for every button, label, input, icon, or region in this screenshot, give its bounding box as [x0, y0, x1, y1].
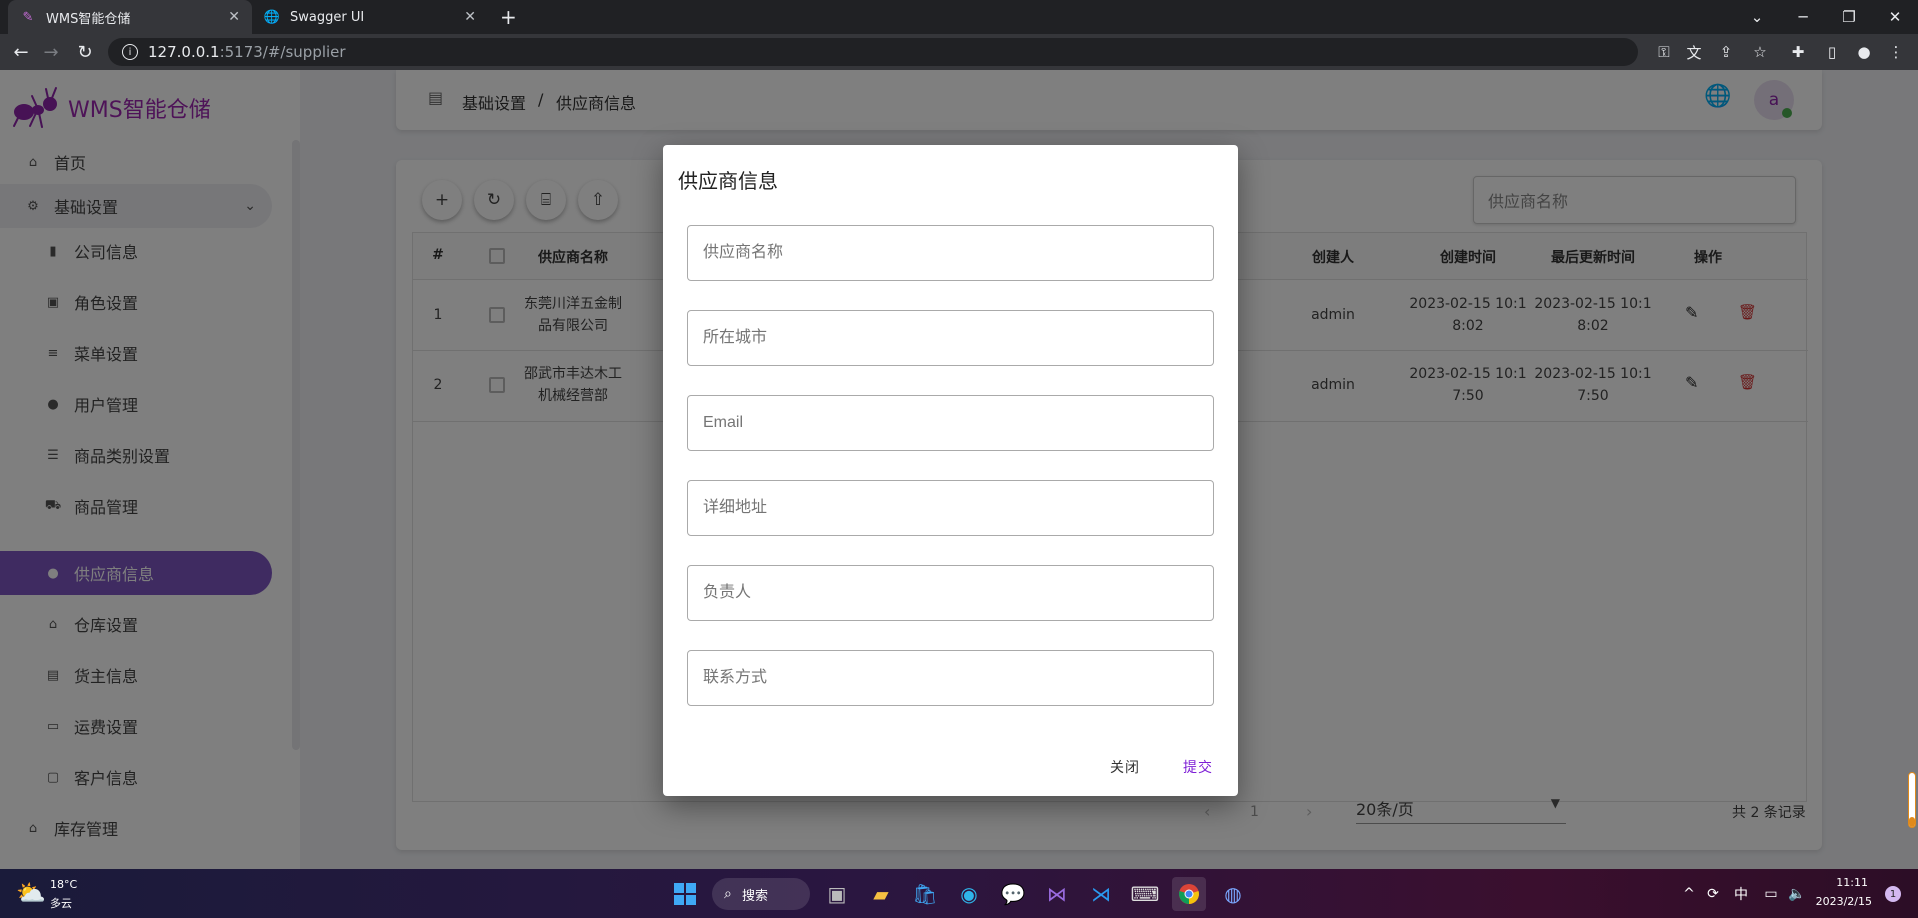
email-field[interactable] — [687, 395, 1214, 451]
url-path: :5173/#/supplier — [219, 43, 346, 61]
close-button[interactable]: 关闭 — [1110, 757, 1140, 777]
network-icon[interactable]: ▭ — [1760, 877, 1782, 911]
tab-title: WMS智能仓储 — [46, 11, 131, 27]
dialog-title: 供应商信息 — [678, 169, 778, 193]
side-panel-icon[interactable]: ▯ — [1818, 38, 1846, 66]
profile-icon[interactable]: ● — [1850, 38, 1878, 66]
tab-title: Swagger UI — [290, 9, 365, 25]
tray-overflow-icon[interactable]: ^ — [1680, 877, 1698, 911]
contact-field[interactable] — [687, 650, 1214, 706]
browser-tab-wms[interactable]: ✎ WMS智能仓储 ✕ — [8, 0, 252, 34]
extensions-icon[interactable]: ✚ — [1784, 38, 1812, 66]
translate-icon[interactable]: ⽂ — [1680, 38, 1708, 66]
submit-button[interactable]: 提交 — [1183, 757, 1213, 777]
windows-start-icon[interactable] — [668, 877, 702, 911]
bookmark-star-icon[interactable]: ☆ — [1746, 38, 1774, 66]
search-icon: ⌕ — [724, 886, 732, 902]
edge-icon[interactable]: ◉ — [952, 877, 986, 911]
chrome-icon[interactable] — [1172, 877, 1206, 911]
supplier-name-field[interactable] — [687, 225, 1214, 281]
city-field[interactable] — [687, 310, 1214, 366]
browser-menu-icon[interactable]: ⋮ — [1882, 38, 1910, 66]
address-field[interactable] — [687, 480, 1214, 536]
close-tab-icon[interactable]: ✕ — [228, 9, 240, 25]
terminal-icon[interactable]: ⌨ — [1128, 877, 1162, 911]
clock-time[interactable]: 11:11 — [1818, 876, 1868, 889]
supplier-dialog: 供应商信息 关闭 提交 — [663, 145, 1238, 796]
wechat-icon[interactable]: 💬 — [996, 877, 1030, 911]
key-icon[interactable]: ⚿ — [1650, 38, 1678, 66]
address-bar[interactable]: i 127.0.0.1:5173/#/supplier — [108, 38, 1638, 66]
info-icon[interactable]: i — [122, 44, 138, 60]
vscode-icon[interactable]: ⋊ — [1084, 877, 1118, 911]
floating-widget[interactable] — [1908, 772, 1916, 828]
new-tab-button[interactable]: + — [494, 0, 524, 34]
taskbar-search[interactable]: ⌕ 搜索 — [712, 878, 810, 910]
sync-icon[interactable]: ⟳ — [1702, 877, 1724, 911]
browser-tab-swagger[interactable]: 🌐 Swagger UI ✕ — [252, 0, 488, 34]
url-host: 127.0.0.1 — [148, 43, 220, 61]
clock-date[interactable]: 2023/2/15 — [1808, 895, 1872, 908]
file-explorer-icon[interactable]: ▰ — [864, 877, 898, 911]
ime-indicator[interactable]: 中 — [1730, 877, 1752, 911]
weather-temp[interactable]: 18°C — [50, 878, 77, 891]
store-icon[interactable]: 🛍 — [908, 877, 942, 911]
restore-icon[interactable]: ❐ — [1826, 0, 1872, 34]
notification-badge[interactable]: 1 — [1885, 886, 1901, 902]
app-icon[interactable]: ◍ — [1216, 877, 1250, 911]
forward-icon[interactable]: → — [36, 34, 66, 70]
globe-favicon-icon: 🌐 — [263, 9, 281, 25]
weather-desc[interactable]: 多云 — [50, 895, 72, 911]
search-label: 搜索 — [742, 888, 769, 904]
minimize-icon[interactable]: ─ — [1780, 0, 1826, 34]
task-view-icon[interactable]: ▣ — [820, 877, 854, 911]
volume-icon[interactable]: 🔈 — [1786, 877, 1808, 911]
close-tab-icon[interactable]: ✕ — [464, 9, 476, 25]
manager-field[interactable] — [687, 565, 1214, 621]
back-icon[interactable]: ← — [6, 34, 36, 70]
share-icon[interactable]: ⇪ — [1712, 38, 1740, 66]
ant-favicon-icon: ✎ — [22, 9, 34, 25]
visual-studio-icon[interactable]: ⋈ — [1040, 877, 1074, 911]
tab-search-icon[interactable]: ⌄ — [1734, 0, 1780, 34]
close-window-icon[interactable]: ✕ — [1872, 0, 1918, 34]
reload-icon[interactable]: ↻ — [70, 34, 100, 70]
weather-cloud-icon[interactable]: ⛅ — [16, 879, 46, 907]
